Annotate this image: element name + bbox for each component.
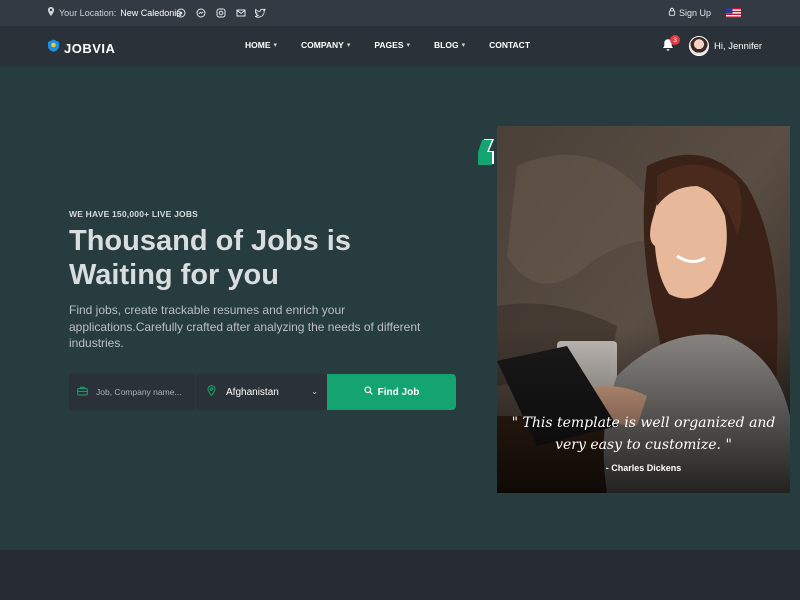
find-job-label: Find Job bbox=[377, 386, 420, 398]
hero-description: Find jobs, create trackable resumes and … bbox=[69, 303, 421, 350]
location-value[interactable]: New Caledonia bbox=[120, 8, 181, 18]
job-search-form: Afghanistan ⌄ Find Job bbox=[69, 374, 456, 410]
user-avatar[interactable] bbox=[689, 36, 709, 56]
instagram-icon[interactable] bbox=[215, 7, 226, 18]
nav-item-pages[interactable]: PAGES ▾ bbox=[374, 40, 410, 50]
location-info: Your Location: New Caledonia bbox=[47, 7, 181, 18]
job-search-input[interactable] bbox=[96, 387, 186, 397]
chevron-down-icon: ▾ bbox=[406, 42, 411, 49]
messenger-icon[interactable] bbox=[195, 7, 206, 18]
brand-name: JOBVIA bbox=[64, 40, 116, 56]
nav-item-contact[interactable]: CONTACT bbox=[489, 40, 530, 50]
us-flag-icon[interactable] bbox=[726, 8, 741, 18]
nav-item-label: BLOG bbox=[434, 40, 459, 50]
whatsapp-icon[interactable] bbox=[175, 7, 186, 18]
map-pin-icon bbox=[207, 383, 216, 401]
testimonial-author: - Charles Dickens bbox=[605, 463, 682, 473]
nav-item-label: COMPANY bbox=[301, 40, 344, 50]
main-navbar: JOBVIA HOME ▾ COMPANY ▾ PAGES ▾ BLOG ▾ C… bbox=[0, 26, 800, 66]
hero-photo: " This template is well organized and ve… bbox=[497, 126, 790, 493]
top-bar: Your Location: New Caledonia Sign Up bbox=[0, 0, 800, 26]
nav-item-label: HOME bbox=[245, 40, 271, 50]
nav-item-home[interactable]: HOME ▾ bbox=[245, 40, 277, 50]
testimonial-quote: " This template is well organized and ve… bbox=[497, 412, 790, 456]
nav-item-label: CONTACT bbox=[489, 40, 531, 50]
search-icon bbox=[364, 386, 373, 398]
hero-section: WE HAVE 150,000+ LIVE JOBS Thousand of J… bbox=[0, 66, 800, 550]
briefcase-icon bbox=[77, 383, 88, 401]
nav-menu: HOME ▾ COMPANY ▾ PAGES ▾ BLOG ▾ CONTACT bbox=[245, 40, 554, 50]
chevron-down-icon: ▾ bbox=[273, 42, 278, 49]
chevron-down-icon: ▾ bbox=[461, 42, 466, 49]
lock-icon bbox=[668, 7, 676, 18]
signup-label: Sign Up bbox=[679, 7, 712, 18]
twitter-icon[interactable] bbox=[255, 7, 266, 18]
user-greeting[interactable]: Hi, Jennifer bbox=[714, 41, 762, 52]
location-label: Your Location: bbox=[59, 7, 117, 18]
social-links bbox=[175, 7, 266, 18]
chevron-down-icon: ▾ bbox=[346, 42, 351, 49]
location-select[interactable]: Afghanistan ⌄ bbox=[196, 374, 327, 410]
nav-item-blog[interactable]: BLOG ▾ bbox=[434, 40, 465, 50]
brand-logo[interactable]: JOBVIA bbox=[47, 39, 115, 57]
hero-title: Thousand of Jobs is Waiting for you bbox=[69, 225, 351, 291]
find-job-button[interactable]: Find Job bbox=[327, 374, 456, 410]
signup-link[interactable]: Sign Up bbox=[668, 7, 711, 18]
logo-icon bbox=[47, 39, 60, 57]
job-search-field[interactable] bbox=[69, 374, 195, 410]
testimonial-line-1: " This template is well organized and bbox=[511, 415, 776, 431]
nav-item-label: PAGES bbox=[374, 40, 404, 50]
testimonial-line-2: very easy to customize. " bbox=[555, 437, 732, 453]
map-pin-icon bbox=[47, 7, 55, 18]
location-select-value: Afghanistan bbox=[226, 386, 279, 398]
mail-icon[interactable] bbox=[235, 7, 246, 18]
hero-eyebrow: WE HAVE 150,000+ LIVE JOBS bbox=[69, 209, 199, 219]
nav-item-company[interactable]: COMPANY ▾ bbox=[301, 40, 350, 50]
notification-badge: 3 bbox=[670, 35, 680, 45]
chevron-down-icon: ⌄ bbox=[311, 387, 318, 396]
